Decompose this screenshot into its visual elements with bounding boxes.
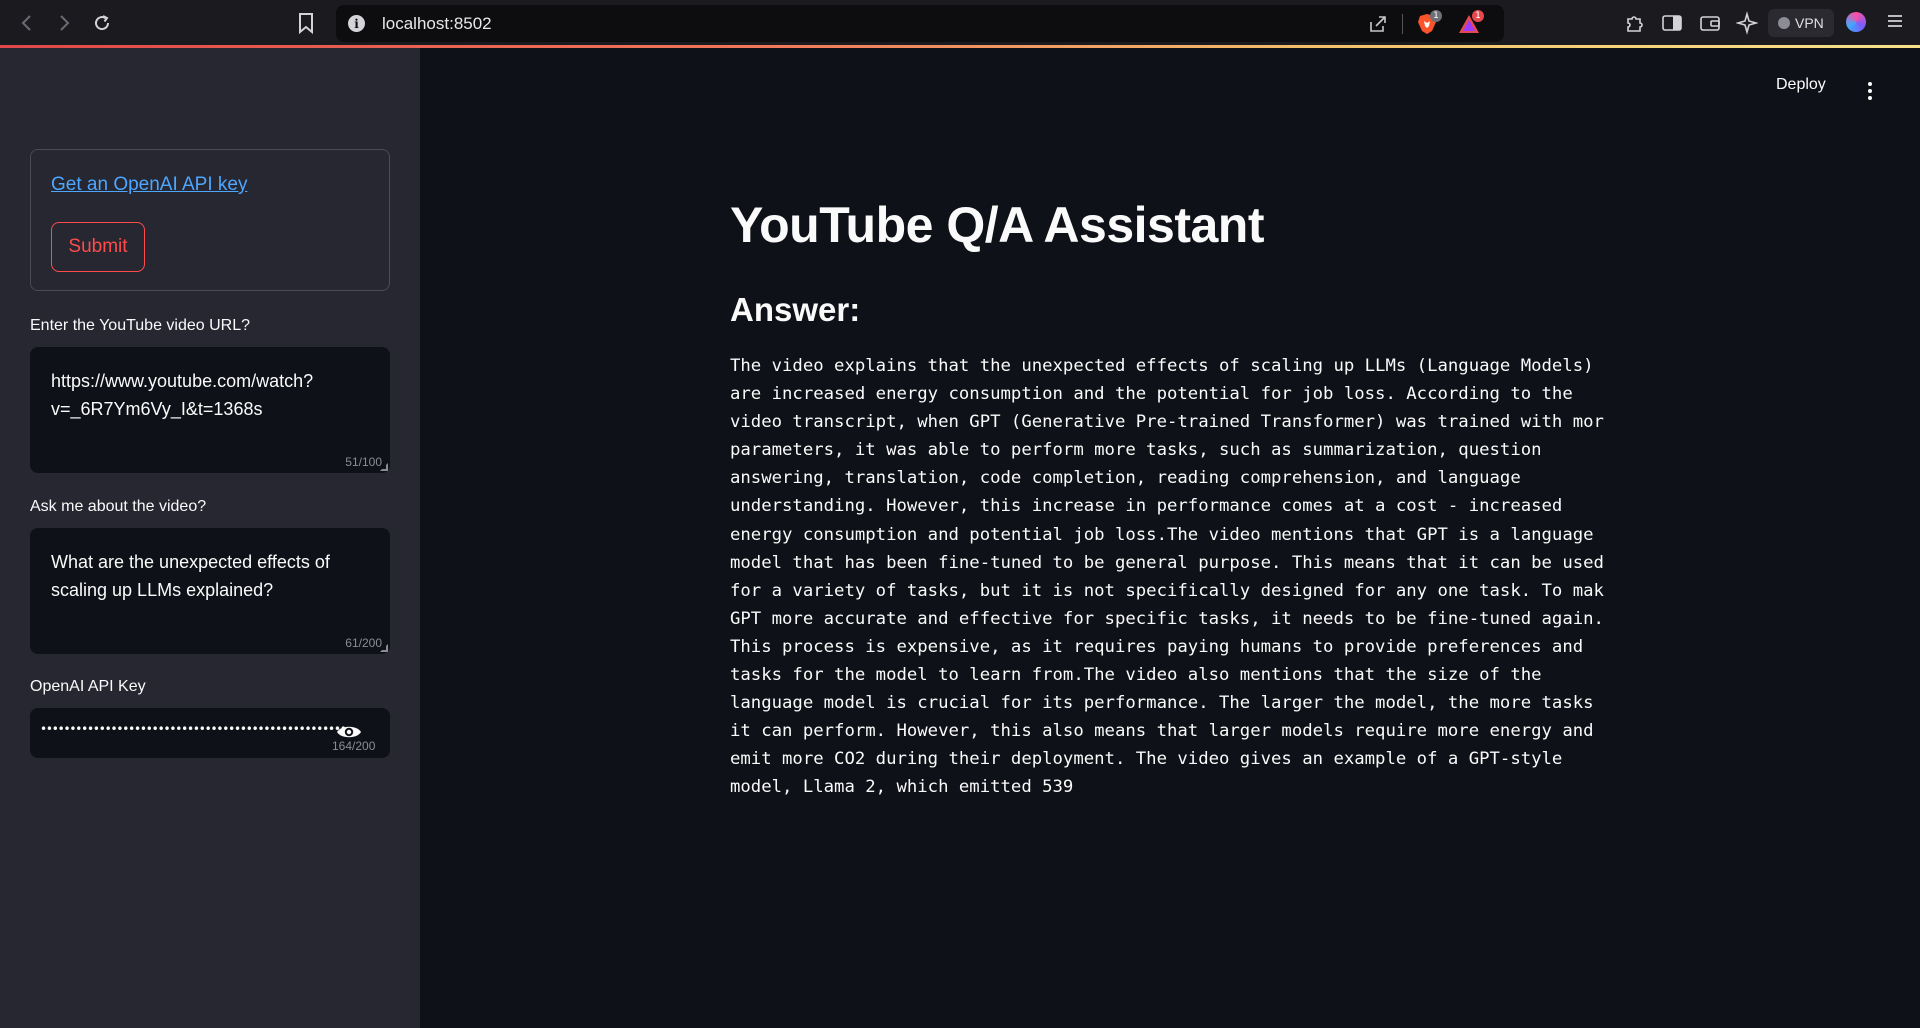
profile-avatar[interactable] [1846,12,1866,32]
bookmark-icon[interactable] [296,11,316,35]
browser-menu-icon[interactable] [1886,12,1904,30]
question-char-counter: 61/200 [345,636,382,650]
api-key-field-label: OpenAI API Key [30,678,146,695]
wallet-icon[interactable] [1699,10,1721,36]
url-input-value: https://www.youtube.com/watch? v=_6R7Ym6… [51,371,314,419]
main-content: Deploy YouTube Q/A Assistant Answer: The… [420,48,1920,1028]
sidebar: Get an OpenAI API key Submit Enter the Y… [0,48,420,1028]
browser-toolbar: i localhost:8502 1 1 VPN [0,0,1920,48]
question-field-label: Ask me about the video? [30,498,207,515]
vpn-button[interactable]: VPN [1768,9,1834,37]
site-info-icon[interactable]: i [348,15,365,32]
vpn-label: VPN [1795,15,1824,31]
question-input-value: What are the unexpected effects of scali… [51,552,330,600]
answer-text: The video explains that the unexpected e… [730,356,1604,798]
api-key-char-counter: 164/200 [332,739,376,753]
reload-button[interactable] [89,10,115,36]
get-api-key-link[interactable]: Get an OpenAI API key [51,174,247,196]
answer-heading: Answer: [730,291,861,328]
chevron-left-icon [21,15,31,31]
share-icon[interactable] [1368,14,1388,34]
extensions-icon[interactable] [1624,10,1646,36]
api-key-form: Get an OpenAI API key Submit [30,149,390,291]
api-key-input[interactable]: ••••••••••••••••••••••••••••••••••••••••… [30,708,390,758]
forward-button[interactable] [51,10,77,36]
url-field-label: Enter the YouTube video URL? [30,317,251,334]
chevron-right-icon [60,15,70,31]
api-key-masked-value: ••••••••••••••••••••••••••••••••••••••••… [40,722,348,736]
url-char-counter: 51/100 [345,455,382,469]
youtube-url-input[interactable]: https://www.youtube.com/watch? v=_6R7Ym6… [30,347,390,473]
deploy-button[interactable]: Deploy [1776,76,1826,94]
url-separator [1402,14,1403,34]
submit-button[interactable]: Submit [51,222,145,272]
vpn-status-icon [1778,17,1790,29]
address-bar[interactable]: i localhost:8502 1 1 [336,5,1504,42]
reload-icon [95,15,110,31]
more-options-icon[interactable] [1868,82,1872,100]
page-title: YouTube Q/A Assistant [730,197,1264,253]
leo-ai-icon[interactable] [1736,10,1758,36]
back-button[interactable] [14,10,40,36]
question-input[interactable]: What are the unexpected effects of scali… [30,528,390,654]
url-text[interactable]: localhost:8502 [382,14,492,34]
shields-count-badge: 1 [1430,10,1442,22]
sidebar-toggle-icon[interactable] [1661,10,1683,36]
rewards-count-badge: 1 [1472,10,1484,22]
